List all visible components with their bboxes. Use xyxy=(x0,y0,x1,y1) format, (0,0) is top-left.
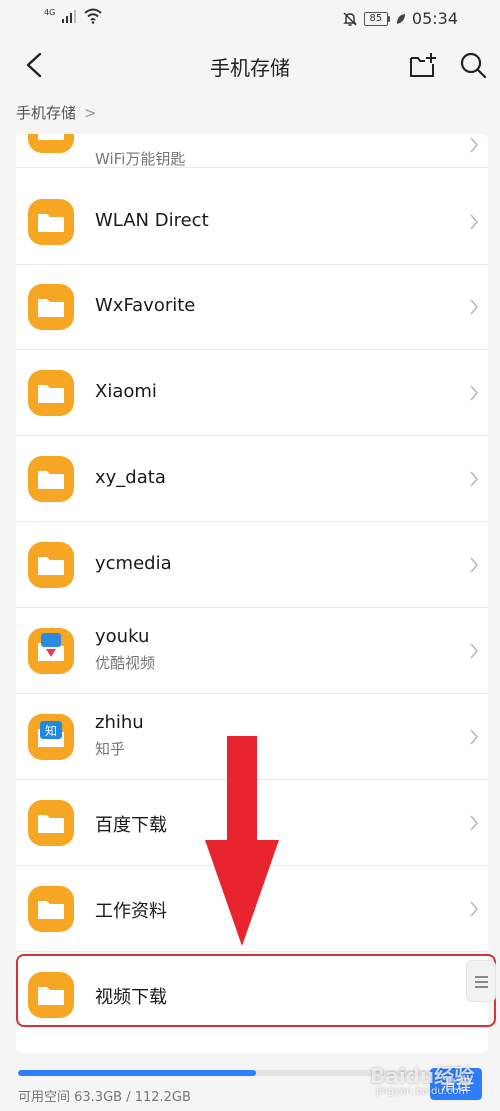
folder-icon xyxy=(28,800,74,846)
down-arrow-icon xyxy=(205,736,279,946)
wifi-icon xyxy=(84,8,102,24)
app-header: 手机存储 xyxy=(0,38,500,94)
item-name: WLAN Direct xyxy=(95,210,209,231)
item-subtitle: WiFi万能钥匙 xyxy=(95,150,186,168)
watermark-url: jingyan.baidu.com xyxy=(376,1086,469,1097)
list-item[interactable]: xy_data xyxy=(16,436,488,522)
list-item[interactable]: ycmedia xyxy=(16,522,488,608)
status-right: 85 05:34 xyxy=(342,9,458,28)
item-name: 百度下载 xyxy=(95,815,167,836)
folder-icon xyxy=(28,370,74,416)
breadcrumb-item[interactable]: 手机存储 xyxy=(16,102,76,123)
chevron-right-icon xyxy=(470,299,479,315)
battery-level: 85 xyxy=(363,11,388,26)
highlight-box xyxy=(16,954,496,1027)
clock: 05:34 xyxy=(411,9,458,28)
item-name: 工作资料 xyxy=(95,901,167,922)
folder-icon xyxy=(28,134,74,153)
list-item[interactable]: WLAN Direct xyxy=(16,180,488,265)
chevron-right-icon xyxy=(470,729,479,745)
list-item[interactable]: Xiaomi xyxy=(16,350,488,436)
folder-icon xyxy=(28,456,74,502)
item-name: zhihu xyxy=(95,712,144,733)
item-name: ycmedia xyxy=(95,553,172,574)
breadcrumb-chevron-icon: > xyxy=(84,103,97,122)
svg-text:知: 知 xyxy=(45,724,57,738)
mute-bell-icon xyxy=(343,12,357,26)
item-name: youku xyxy=(95,626,150,647)
item-name: Xiaomi xyxy=(95,381,157,402)
signal-icon xyxy=(62,10,77,23)
storage-usage-fill xyxy=(18,1070,256,1076)
youku-folder-icon xyxy=(28,628,74,674)
network-type: 4G xyxy=(44,7,56,17)
leaf-icon xyxy=(396,13,405,24)
fast-scroll-handle[interactable] xyxy=(466,960,496,1002)
folder-icon xyxy=(28,284,74,330)
signal-area: 4G xyxy=(44,8,103,24)
item-subtitle: 优酷视频 xyxy=(95,654,156,672)
new-folder-icon[interactable] xyxy=(408,50,438,80)
list-item[interactable]: WxFavorite xyxy=(16,265,488,350)
chevron-right-icon xyxy=(470,643,479,659)
chevron-right-icon xyxy=(470,214,479,230)
storage-text: 可用空间 63.3GB / 112.2GB xyxy=(18,1090,191,1105)
chevron-right-icon xyxy=(470,901,479,917)
item-name: WxFavorite xyxy=(95,295,196,316)
list-item[interactable]: WiFi万能钥匙 xyxy=(16,134,488,168)
list-item[interactable]: youku 优酷视频 xyxy=(16,608,488,694)
breadcrumb: 手机存储 > xyxy=(16,102,97,123)
item-name: xy_data xyxy=(95,467,166,488)
battery-icon: 85 xyxy=(363,11,390,26)
chevron-right-icon xyxy=(470,557,479,573)
chevron-right-icon xyxy=(470,815,479,831)
watermark-logo: Baidu经验 xyxy=(370,1064,475,1088)
folder-icon xyxy=(28,542,74,588)
zhihu-folder-icon: 知 xyxy=(28,714,74,760)
folder-icon xyxy=(28,886,74,932)
search-icon[interactable] xyxy=(458,50,488,80)
status-bar: 4G 85 05:34 xyxy=(0,0,500,38)
chevron-right-icon xyxy=(470,385,479,401)
chevron-right-icon xyxy=(470,471,479,487)
chevron-right-icon xyxy=(470,137,479,153)
folder-icon xyxy=(28,199,74,245)
item-subtitle: 知乎 xyxy=(95,740,126,758)
